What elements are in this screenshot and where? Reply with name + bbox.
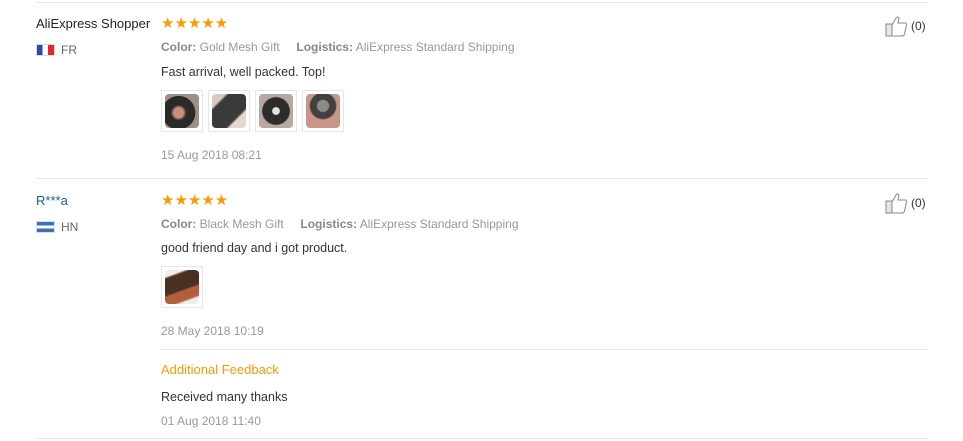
- reviewer-name-link[interactable]: R***a: [36, 193, 68, 208]
- review-divider: [36, 178, 928, 179]
- star-rating: ★★★★★: [161, 15, 229, 32]
- review-attributes: Color: Gold Mesh Gift Logistics: AliExpr…: [161, 40, 515, 54]
- color-value: Gold Mesh Gift: [199, 40, 280, 54]
- review-date: 28 May 2018 10:19: [161, 324, 264, 338]
- additional-feedback-date: 01 Aug 2018 11:40: [161, 414, 261, 428]
- review-photo-thumbnail[interactable]: [208, 90, 250, 132]
- review-date: 15 Aug 2018 08:21: [161, 148, 262, 162]
- reviewer-name[interactable]: R***a: [36, 193, 68, 208]
- country-code: HN: [61, 220, 79, 234]
- helpful-count: (0): [911, 19, 926, 33]
- review-content: good friend day and i got product.: [161, 241, 348, 255]
- additional-feedback-divider: [161, 349, 928, 350]
- reviewer-country: HN: [36, 220, 78, 234]
- review-photo-thumbnail[interactable]: [255, 90, 297, 132]
- reviewer-name: AliExpress Shopper: [36, 16, 150, 31]
- review-photos: [161, 90, 344, 132]
- photo-image: [259, 94, 293, 128]
- logistics-value: AliExpress Standard Shipping: [355, 40, 515, 54]
- thumbs-up-icon: [885, 193, 908, 214]
- logistics-value: AliExpress Standard Shipping: [359, 217, 519, 231]
- logistics-label: Logistics:: [300, 217, 358, 231]
- star-rating: ★★★★★: [161, 192, 229, 209]
- bottom-divider: [36, 438, 928, 439]
- top-divider: [36, 2, 928, 3]
- color-value: Black Mesh Gift: [199, 217, 284, 231]
- additional-feedback-title: Additional Feedback: [161, 362, 279, 377]
- review-photo-thumbnail[interactable]: [161, 266, 203, 308]
- photo-image: [165, 270, 199, 304]
- country-code: FR: [61, 43, 77, 57]
- helpful-count: (0): [911, 196, 926, 210]
- thumbs-up-icon: [885, 16, 908, 37]
- review-photo-thumbnail[interactable]: [161, 90, 203, 132]
- flag-hn-icon: [36, 221, 55, 233]
- helpful-button[interactable]: (0): [885, 192, 926, 214]
- reviewer-country: FR: [36, 43, 77, 57]
- review-attributes: Color: Black Mesh Gift Logistics: AliExp…: [161, 217, 519, 231]
- review-photo-thumbnail[interactable]: [302, 90, 344, 132]
- review-content: Fast arrival, well packed. Top!: [161, 65, 326, 79]
- color-label: Color:: [161, 40, 197, 54]
- flag-fr-icon: [36, 44, 55, 56]
- additional-feedback-content: Received many thanks: [161, 390, 288, 404]
- review-photos: [161, 266, 203, 308]
- logistics-label: Logistics:: [296, 40, 354, 54]
- photo-image: [306, 94, 340, 128]
- reviewer-name-text: AliExpress Shopper: [36, 16, 151, 31]
- photo-image: [212, 94, 246, 128]
- photo-image: [165, 94, 199, 128]
- color-label: Color:: [161, 217, 197, 231]
- helpful-button[interactable]: (0): [885, 15, 926, 37]
